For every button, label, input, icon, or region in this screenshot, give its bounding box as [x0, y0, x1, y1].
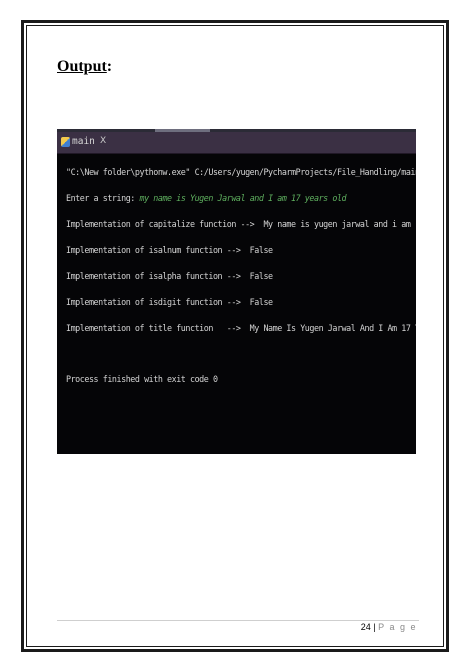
page-number: 24 [360, 622, 371, 632]
page-label: P a g e [378, 622, 417, 632]
console-output: "C:\New folder\pythonw.exe" C:/Users/yug… [66, 167, 416, 384]
output-heading-colon: : [106, 58, 113, 75]
output-heading-text: Output [57, 58, 107, 75]
run-tab-bar: main X [57, 132, 416, 154]
tab-main[interactable]: main [72, 136, 95, 147]
output-line-isdigit: Implementation of isdigit function --> F… [66, 297, 273, 307]
page-footer: 24 | P a g e [300, 622, 417, 632]
command-line: "C:\New folder\pythonw.exe" C:/Users/yug… [66, 167, 416, 177]
prompt-line: Enter a string: my name is Yugen Jarwal … [66, 193, 347, 204]
user-input-text: my name is Yugen Jarwal and I am 17 year… [139, 193, 347, 203]
prompt-text: Enter a string: [66, 193, 140, 203]
output-heading: Output: [57, 58, 112, 76]
close-icon[interactable]: X [100, 136, 106, 146]
output-line-title: Implementation of title function --> My … [66, 323, 416, 333]
output-line-capitalize: Implementation of capitalize function --… [66, 219, 416, 229]
run-console-screenshot: main X "C:\New folder\pythonw.exe" C:/Us… [57, 129, 416, 454]
python-icon [61, 137, 70, 147]
exit-message: Process finished with exit code 0 [66, 374, 218, 384]
footer-separator: | [373, 622, 376, 632]
output-line-isalnum: Implementation of isalnum function --> F… [66, 245, 273, 255]
footer-divider [57, 620, 419, 621]
output-line-isalpha: Implementation of isalpha function --> F… [66, 271, 273, 281]
